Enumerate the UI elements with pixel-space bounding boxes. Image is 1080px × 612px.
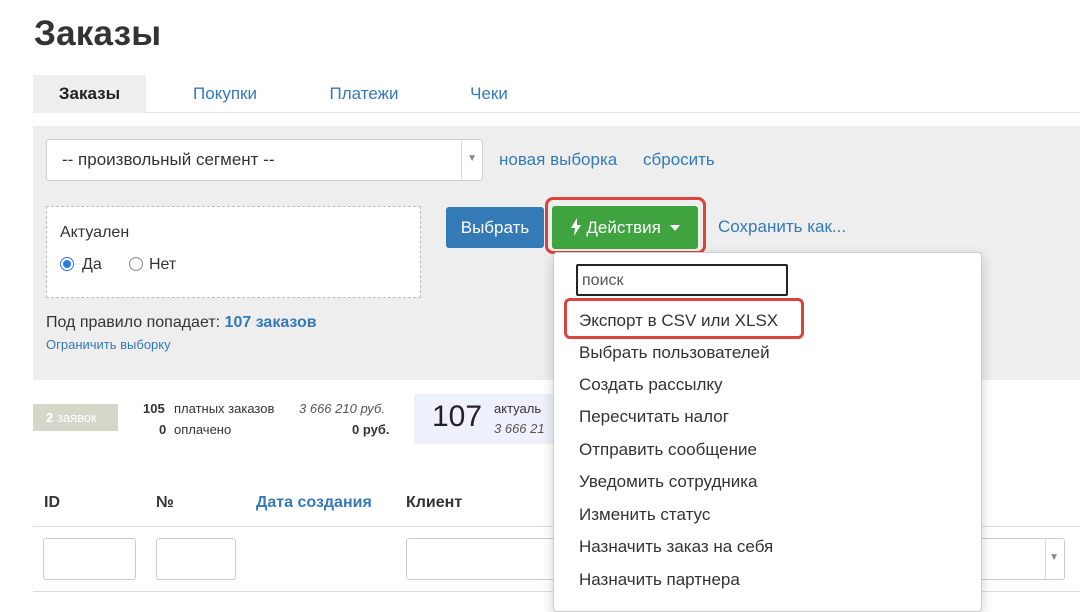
number-filter-input[interactable]: [156, 538, 236, 580]
new-selection-link[interactable]: новая выборка: [499, 150, 617, 170]
save-as-link[interactable]: Сохранить как...: [718, 217, 846, 237]
condition-block: Актуален Да Нет: [46, 206, 421, 298]
limit-selection-link[interactable]: Ограничить выборку: [46, 337, 171, 352]
settled-sum: 0 руб.: [352, 422, 390, 437]
settled-count: 0: [159, 422, 167, 437]
chevron-down-icon: ▼: [467, 153, 477, 164]
select-divider: [1045, 539, 1046, 579]
tab-orders[interactable]: Заказы: [33, 75, 146, 113]
menu-item-select-users[interactable]: Выбрать пользователей: [579, 343, 770, 363]
tab-receipts[interactable]: Чеки: [450, 75, 528, 113]
paid-label: платных заказов: [174, 401, 275, 416]
actual-sum: 3 666 21: [494, 421, 545, 436]
id-filter-input[interactable]: [43, 538, 136, 580]
menu-item-notify-employee[interactable]: Уведомить сотрудника: [579, 472, 758, 492]
condition-label: Актуален: [60, 224, 130, 241]
menu-item-create-mailing[interactable]: Создать рассылку: [579, 375, 723, 395]
export-highlight-outline: [564, 298, 804, 339]
settled-label: оплачено: [174, 422, 232, 437]
caret-down-icon: [669, 225, 680, 231]
rule-prefix: Под правило попадает:: [46, 314, 221, 331]
menu-item-assign-to-me[interactable]: Назначить заказ на себя: [579, 537, 773, 557]
menu-search-input[interactable]: поиск: [576, 264, 788, 296]
tab-payments[interactable]: Платежи: [308, 75, 420, 113]
paid-count: 105: [143, 401, 165, 416]
lightning-bolt-icon: [571, 218, 582, 236]
segment-select[interactable]: -- произвольный сегмент -- ▼: [46, 139, 483, 181]
chevron-down-icon: ▼: [1049, 552, 1059, 563]
actions-button[interactable]: Действия: [552, 206, 698, 249]
segment-select-value: -- произвольный сегмент --: [62, 150, 275, 169]
rule-summary: Под правило попадает: 107 заказов: [46, 314, 317, 332]
reset-link[interactable]: сбросить: [643, 150, 715, 170]
column-id: ID: [44, 494, 60, 511]
page-title: Заказы: [34, 14, 162, 53]
paid-sum: 3 666 210 руб.: [299, 401, 385, 416]
column-created-date[interactable]: Дата создания: [256, 494, 372, 512]
menu-search-placeholder: поиск: [582, 272, 624, 289]
requests-badge[interactable]: 2 заявок: [33, 404, 118, 431]
rule-count[interactable]: 107 заказов: [225, 314, 317, 331]
actions-button-label: Действия: [586, 218, 661, 237]
tabs-bar: Заказы Покупки Платежи Чеки: [33, 75, 1080, 113]
column-number: №: [156, 494, 174, 511]
menu-item-change-status[interactable]: Изменить статус: [579, 505, 710, 525]
actual-label: актуаль: [494, 401, 542, 416]
badge-label: заявок: [56, 410, 97, 425]
menu-item-recalculate-tax[interactable]: Пересчитать налог: [579, 407, 729, 427]
column-client: Клиент: [406, 494, 463, 511]
select-button[interactable]: Выбрать: [446, 207, 544, 248]
radio-yes[interactable]: [60, 257, 74, 271]
menu-item-assign-partner[interactable]: Назначить партнера: [579, 570, 740, 590]
radio-no-label: Нет: [149, 256, 177, 273]
tab-purchases[interactable]: Покупки: [163, 75, 287, 113]
select-divider: [461, 140, 462, 180]
actual-summary[interactable]: 107 актуаль 3 666 21: [414, 394, 564, 444]
radio-no[interactable]: [129, 257, 143, 271]
actual-count: 107: [432, 400, 483, 433]
radio-yes-label: Да: [82, 256, 102, 273]
menu-item-send-message[interactable]: Отправить сообщение: [579, 440, 757, 460]
badge-count: 2: [46, 410, 54, 425]
